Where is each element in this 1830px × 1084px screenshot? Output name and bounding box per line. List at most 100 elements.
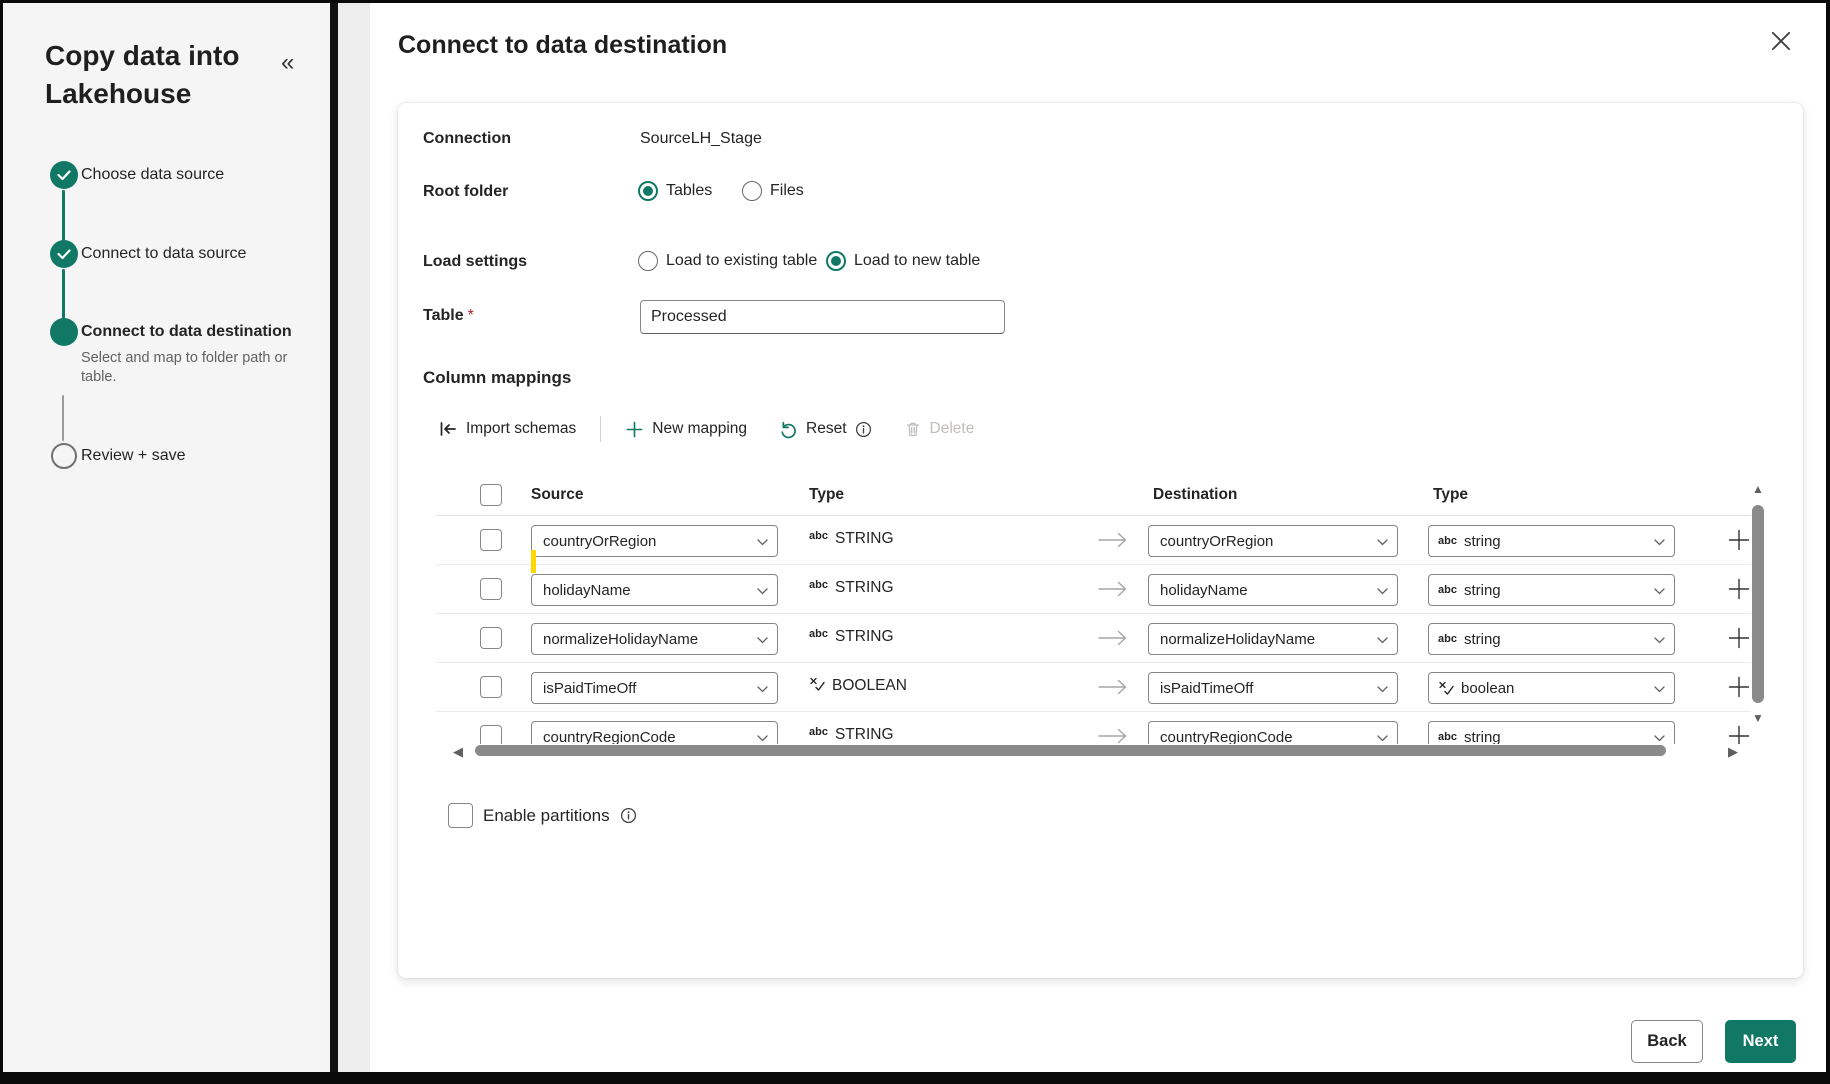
chevron-down-icon — [757, 539, 768, 546]
column-header-destination-type: Type — [1433, 486, 1469, 503]
sidebar-step-connect-to-data-destination[interactable]: Connect to data destination — [81, 323, 292, 341]
abc-type-icon: abc — [1438, 535, 1457, 547]
radio-selected-icon — [826, 251, 846, 271]
root-folder-files-radio[interactable]: Files — [742, 181, 804, 201]
destination-column-dropdown[interactable]: countryOrRegion — [1148, 525, 1398, 557]
step-description: Select and map to folder path or table. — [81, 350, 288, 385]
horizontal-scrollbar-thumb[interactable] — [475, 745, 1666, 756]
destination-type-dropdown[interactable]: abc boolean — [1428, 672, 1675, 704]
toolbar-divider — [600, 416, 602, 442]
table-label: Table * — [423, 307, 474, 324]
mapping-arrow-icon — [1098, 581, 1128, 597]
step-circle-complete — [50, 161, 78, 189]
add-mapping-button[interactable] — [1728, 676, 1750, 698]
mapping-arrow-icon — [1098, 630, 1128, 646]
source-column-dropdown[interactable]: holidayName — [531, 574, 778, 606]
column-header-source-type: Type — [809, 486, 845, 503]
chevron-down-icon — [1377, 686, 1388, 693]
abc-type-icon: abc — [1438, 584, 1457, 596]
close-icon[interactable] — [1771, 31, 1795, 55]
trash-icon — [904, 420, 922, 438]
mapping-grid: Source Type Destination Type countryOrRe… — [436, 478, 1751, 744]
connection-label: Connection — [423, 130, 511, 147]
load-settings-label: Load settings — [423, 253, 528, 270]
mapping-rows: countryOrRegion abc STRING countryOrRegi… — [436, 516, 1751, 744]
scroll-left-icon[interactable]: ◀ — [453, 744, 463, 760]
source-column-dropdown[interactable]: normalizeHolidayName — [531, 623, 778, 655]
enable-partitions-checkbox[interactable] — [448, 803, 473, 828]
info-icon — [620, 807, 637, 824]
source-type-cell: abc STRING — [809, 628, 894, 645]
boolean-type-icon — [1438, 681, 1454, 696]
sidebar-step-choose-data-source[interactable]: Choose data source — [81, 166, 224, 184]
wizard-sidebar: Copy data into Lakehouse « Choose data s… — [3, 3, 330, 1072]
wizard-title: Copy data into Lakehouse — [45, 40, 240, 109]
delete-button[interactable]: Delete — [902, 416, 977, 442]
scroll-down-icon[interactable]: ▼ — [1752, 711, 1764, 725]
add-mapping-button[interactable] — [1728, 529, 1750, 551]
abc-type-icon: abc — [809, 726, 828, 738]
back-button[interactable]: Back — [1631, 1020, 1703, 1063]
destination-type-dropdown[interactable]: abc string — [1428, 574, 1675, 606]
row-checkbox[interactable] — [480, 578, 502, 600]
scroll-right-icon[interactable]: ▶ — [1728, 744, 1738, 760]
root-folder-label: Root folder — [423, 183, 509, 200]
abc-type-icon: abc — [809, 628, 828, 640]
sidebar-step-review-save[interactable]: Review + save — [81, 447, 186, 465]
mapping-row: isPaidTimeOff abc BOOLEAN — [436, 663, 1751, 712]
scroll-up-icon[interactable]: ▲ — [1752, 482, 1764, 496]
source-column-dropdown[interactable]: isPaidTimeOff — [531, 672, 778, 704]
panel-divider — [330, 3, 338, 1072]
collapse-sidebar-icon[interactable]: « — [281, 51, 294, 75]
chevron-down-icon — [1654, 686, 1665, 693]
source-column-dropdown[interactable]: countryOrRegion — [531, 525, 778, 557]
destination-column-dropdown[interactable]: holidayName — [1148, 574, 1398, 606]
row-checkbox[interactable] — [480, 627, 502, 649]
column-header-destination: Destination — [1153, 486, 1238, 503]
reset-button[interactable]: Reset — [777, 416, 874, 443]
next-button[interactable]: Next — [1725, 1020, 1796, 1063]
step-connector — [62, 190, 65, 241]
import-schemas-button[interactable]: Import schemas — [436, 415, 578, 443]
row-checkbox[interactable] — [480, 529, 502, 551]
copy-data-wizard-window: Copy data into Lakehouse « Choose data s… — [0, 0, 1830, 1084]
load-existing-table-radio[interactable]: Load to existing table — [638, 251, 817, 271]
enable-partitions-label: Enable partitions — [483, 805, 610, 825]
sidebar-step-connect-to-data-source[interactable]: Connect to data source — [81, 245, 246, 263]
destination-type-dropdown[interactable]: abc string — [1428, 525, 1675, 557]
step-connector — [62, 395, 64, 441]
vertical-scrollbar-thumb[interactable] — [1752, 505, 1764, 703]
radio-selected-icon — [638, 181, 658, 201]
destination-type-dropdown[interactable]: abc string — [1428, 623, 1675, 655]
mapping-row: countryRegionCode abc STRING countryRegi… — [436, 712, 1751, 744]
destination-column-dropdown[interactable]: normalizeHolidayName — [1148, 623, 1398, 655]
step-circle-current — [50, 318, 78, 346]
table-name-input[interactable]: Processed — [640, 300, 1005, 334]
required-asterisk: * — [467, 307, 474, 324]
root-folder-tables-radio[interactable]: Tables — [638, 181, 712, 201]
add-mapping-button[interactable] — [1728, 578, 1750, 600]
source-type-cell: abc BOOLEAN — [809, 677, 907, 695]
chevron-down-icon — [1654, 588, 1665, 595]
new-mapping-button[interactable]: New mapping — [623, 416, 749, 443]
select-all-checkbox[interactable] — [480, 484, 502, 506]
destination-settings-card: Connection SourceLH_Stage Root folder Ta… — [398, 103, 1803, 978]
chevron-down-icon — [757, 686, 768, 693]
mapping-arrow-icon — [1098, 532, 1128, 548]
abc-type-icon: abc — [1438, 633, 1457, 645]
panel-gutter — [338, 3, 370, 1072]
mappings-toolbar: Import schemas New mapping Reset Delete — [436, 413, 976, 445]
load-new-table-radio[interactable]: Load to new table — [826, 251, 980, 271]
row-checkbox[interactable] — [480, 676, 502, 698]
import-icon — [438, 419, 458, 439]
checkmark-icon — [57, 247, 71, 261]
chevron-down-icon — [1654, 637, 1665, 644]
mapping-row: normalizeHolidayName abc STRING normaliz… — [436, 614, 1751, 663]
mapping-grid-header: Source Type Destination Type — [436, 478, 1751, 516]
destination-column-dropdown[interactable]: isPaidTimeOff — [1148, 672, 1398, 704]
abc-type-icon: abc — [809, 579, 828, 591]
vertical-scrollbar[interactable]: ▲ ▼ — [1751, 478, 1767, 823]
horizontal-scrollbar[interactable]: ◀ ▶ — [431, 741, 1746, 761]
add-mapping-button[interactable] — [1728, 627, 1750, 649]
column-mappings-heading: Column mappings — [423, 368, 572, 387]
